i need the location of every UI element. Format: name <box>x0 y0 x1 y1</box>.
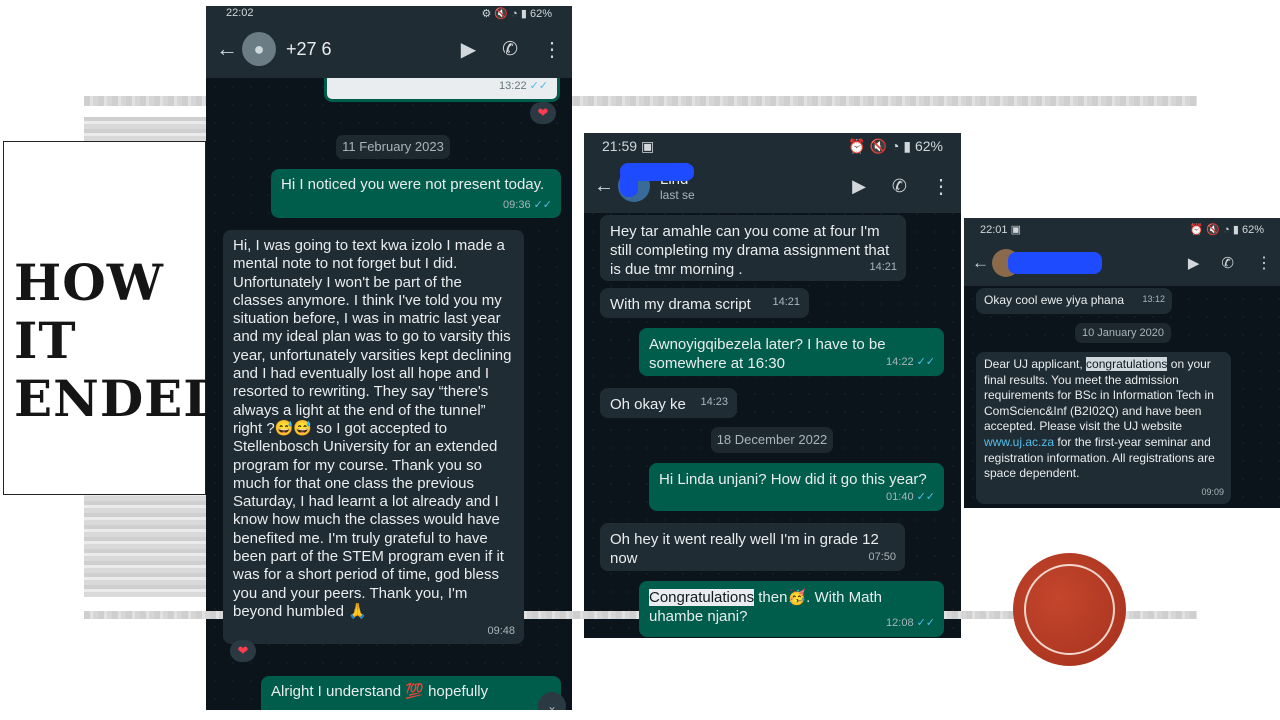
more-options-icon[interactable]: ⋮ <box>931 174 951 199</box>
message-time: 14:23 <box>700 396 728 408</box>
highlighted-text: congratulations <box>1086 357 1168 371</box>
message-text: Hey tar amahle can you come at four I'm … <box>610 223 890 278</box>
person-icon: ● <box>253 38 265 59</box>
highlighted-text: Congratulations <box>649 589 755 606</box>
status-time: 22:02 <box>226 7 254 19</box>
image-icon: ▣ <box>1010 223 1021 236</box>
video-call-icon[interactable]: ▶ <box>852 176 866 197</box>
chat-screenshot-2: 21:59 ▣ ⏰ 🔇 ◔ ▮ 62% ← Lind last se ▶ ✆ ⋮… <box>584 133 961 638</box>
slide-title: HOW IT ENDED <box>14 253 228 428</box>
chat-screenshot-3: 22:01 ▣ ⏰ 🔇 ◔ ▮ 62% ← ▶ ✆ ⋮ Okay cool ew… <box>964 218 1280 508</box>
message-time: 01:40 ✓✓ <box>886 491 935 503</box>
heart-reaction-icon: ❤ <box>530 102 556 124</box>
message-time: 13:12 <box>1142 294 1165 305</box>
message-bubble[interactable]: Congratulations then🥳. With Math uhambe … <box>639 581 944 637</box>
status-icons: ⚙ 🔇 ◔ ▮ 62% <box>481 7 552 20</box>
status-time: 21:59 ▣ <box>602 137 655 154</box>
message-text: Alright I understand 💯 hopefully <box>271 683 489 700</box>
back-arrow-icon[interactable]: ← <box>216 36 238 62</box>
status-bar: 21:59 ▣ ⏰ 🔇 ◔ ▮ 62% <box>584 133 961 159</box>
message-time: 07:50 <box>868 551 896 563</box>
message-bubble[interactable]: Hi I noticed you were not present today.… <box>271 169 561 218</box>
back-arrow-icon[interactable]: ← <box>594 175 614 198</box>
status-bar: 22:01 ▣ ⏰ 🔇 ◔ ▮ 62% <box>964 218 1280 240</box>
message-time: 13:22 ✓✓ <box>499 79 548 92</box>
message-bubble[interactable]: Hi Linda unjani? How did it go this year… <box>649 463 944 511</box>
message-time: 14:21 <box>869 261 897 273</box>
phone-icon[interactable]: ✆ <box>892 176 907 197</box>
date-divider: 10 January 2020 <box>1075 323 1171 343</box>
phone-icon[interactable]: ✆ <box>502 38 518 61</box>
message-text: Hi I noticed you were not present today. <box>281 176 545 193</box>
contact-name[interactable]: +27 6 <box>286 39 332 60</box>
back-arrow-icon[interactable]: ← <box>972 253 989 273</box>
status-time: 22:01 ▣ <box>980 223 1021 236</box>
title-box: HOW IT ENDED <box>3 141 228 495</box>
redaction-mark <box>1008 252 1102 274</box>
message-bubble[interactable]: Dear UJ applicant, congratulations on yo… <box>976 352 1231 504</box>
message-bubble[interactable]: Alright I understand 💯 hopefully <box>261 676 561 710</box>
message-bubble[interactable]: Okay cool ewe yiya phana 13:12 <box>976 288 1172 314</box>
date-divider: 11 February 2023 <box>336 135 450 159</box>
chevron-down-icon: ⌄ <box>546 699 558 710</box>
message-text: Hi Linda unjani? How did it go this year… <box>659 471 927 488</box>
message-bubble[interactable]: Oh okay ke 14:23 <box>600 388 737 418</box>
message-time: 09:09 <box>1201 487 1224 498</box>
message-bubble[interactable]: Awnoyigqibezela later? I have to be some… <box>639 328 944 376</box>
status-icons: ⏰ 🔇 ◔ ▮ 62% <box>848 137 943 154</box>
status-bar: 22:02 ⚙ 🔇 ◔ ▮ 62% <box>206 6 572 20</box>
decor-circle-ring <box>1024 564 1115 655</box>
message-text: Oh hey it went really well I'm in grade … <box>610 531 879 567</box>
message-text: Okay cool ewe yiya phana <box>984 293 1125 307</box>
image-icon: ▣ <box>640 137 655 154</box>
message-time: 12:08 ✓✓ <box>886 617 935 629</box>
message-time: 09:36 ✓✓ <box>503 198 552 211</box>
status-icons: ⏰ 🔇 ◔ ▮ 62% <box>1189 223 1264 236</box>
chat-header: ← ● +27 6 ▶ ✆ ⋮ <box>206 20 572 78</box>
video-call-icon[interactable]: ▶ <box>1188 254 1200 272</box>
video-call-icon[interactable]: ▶ <box>461 37 476 62</box>
chat-screenshot-1: 22:02 ⚙ 🔇 ◔ ▮ 62% ← ● +27 6 ▶ ✆ ⋮ 13:22 ✓… <box>206 6 572 710</box>
message-time: 09:48 <box>487 624 515 637</box>
message-bubble[interactable]: With my drama script 14:21 <box>600 288 809 318</box>
contact-last-seen: last se <box>660 187 695 202</box>
website-link[interactable]: www.uj.ac.za <box>984 435 1054 449</box>
more-options-icon[interactable]: ⋮ <box>542 37 562 62</box>
message-text: With my drama script <box>610 296 751 313</box>
message-time: 14:21 <box>772 296 800 308</box>
message-bubble[interactable]: Hey tar amahle can you come at four I'm … <box>600 215 906 281</box>
message-time: 14:22 ✓✓ <box>886 356 935 368</box>
redaction-mark <box>620 169 638 197</box>
message-bubble[interactable]: Hi, I was going to text kwa izolo I made… <box>223 230 524 644</box>
avatar[interactable]: ● <box>242 32 276 66</box>
message-text: Hi, I was going to text kwa izolo I made… <box>233 237 512 620</box>
date-divider: 18 December 2022 <box>711 427 833 453</box>
scroll-down-button[interactable]: ⌄ <box>538 692 566 710</box>
more-options-icon[interactable]: ⋮ <box>1256 253 1272 273</box>
phone-icon[interactable]: ✆ <box>1221 254 1234 272</box>
message-text: Dear UJ applicant, congratulations on yo… <box>984 357 1215 481</box>
heart-reaction-icon: ❤ <box>230 640 256 662</box>
message-bubble[interactable]: Oh hey it went really well I'm in grade … <box>600 523 905 571</box>
